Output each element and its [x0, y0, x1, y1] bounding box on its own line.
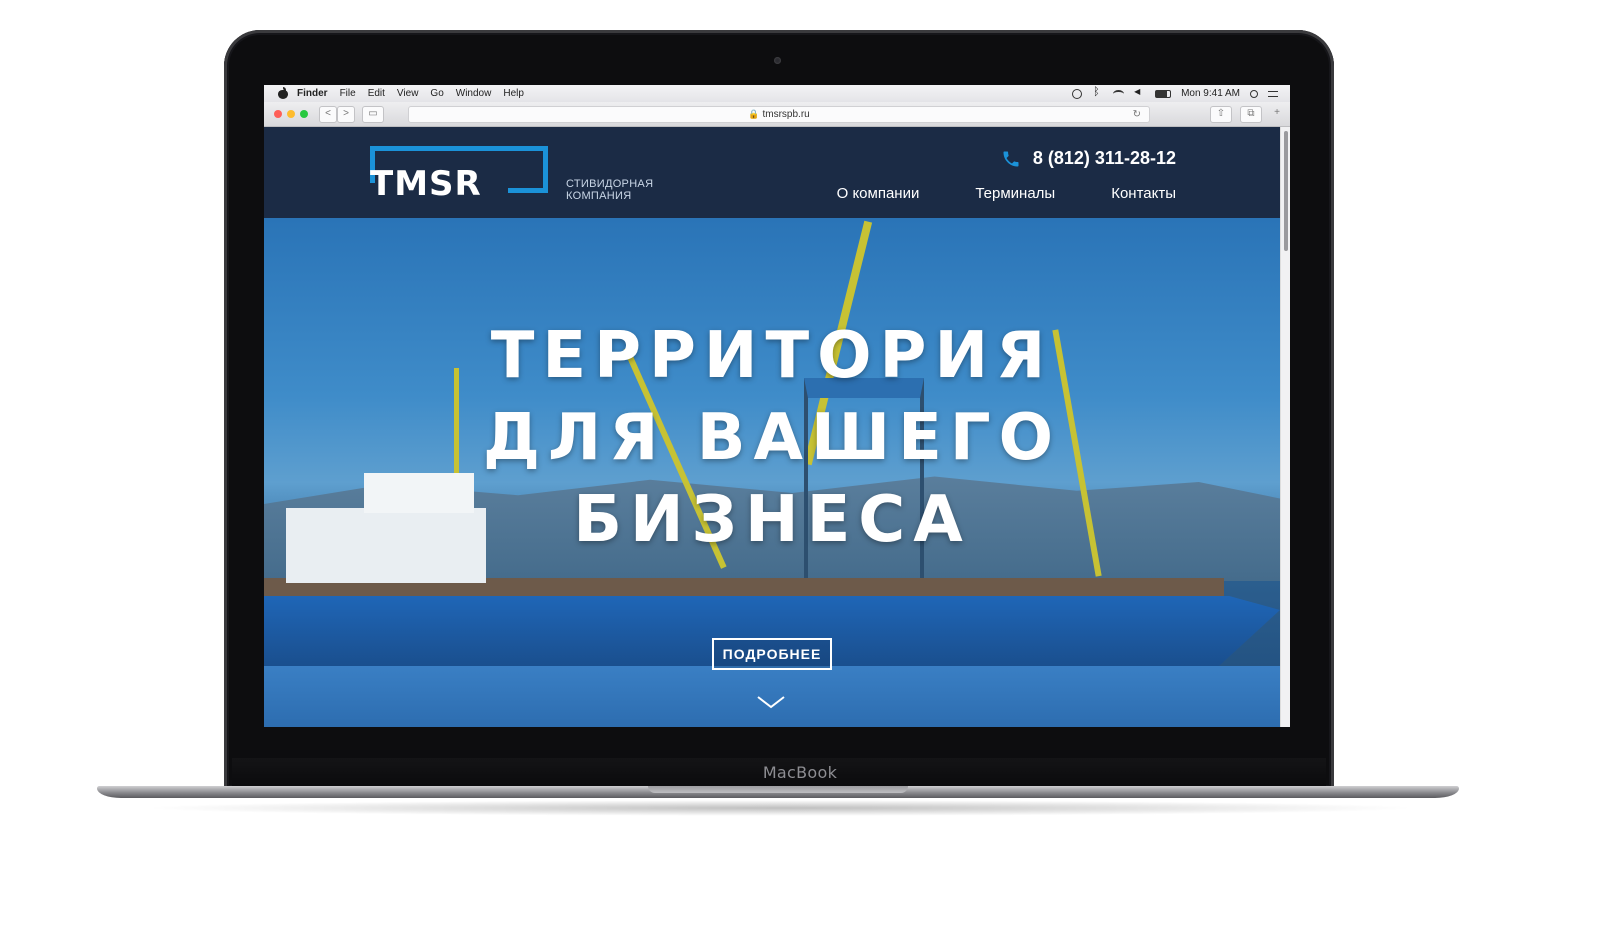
share-icon[interactable]: ⇧ — [1210, 106, 1232, 123]
hero-title-line2: ДЛЯ ВАШЕГО — [483, 401, 1061, 475]
bluetooth-icon[interactable] — [1092, 86, 1103, 98]
phone-number: 8 (812) 311-28-12 — [1032, 148, 1176, 168]
nav-item-terminals[interactable]: Терминалы — [975, 185, 1055, 202]
logo-subtitle-line2: КОМПАНИЯ — [566, 190, 632, 202]
menu-app-name[interactable]: Finder — [297, 88, 328, 99]
scroll-down-chevron-icon[interactable] — [756, 694, 786, 710]
sidebar-toggle-icon[interactable]: ▭ — [362, 106, 384, 123]
phone-icon — [1001, 149, 1021, 169]
os-menubar: Finder File Edit View Go Window Help Mon… — [264, 85, 1290, 102]
tabs-icon[interactable]: ⧉ — [1240, 106, 1262, 123]
menu-file[interactable]: File — [340, 88, 356, 99]
menubar-status-area: Mon 9:41 AM — [1072, 86, 1290, 99]
close-window-button[interactable] — [274, 110, 282, 118]
device-label: MacBook — [762, 763, 838, 782]
menu-go[interactable]: Go — [430, 88, 443, 99]
menu-window[interactable]: Window — [456, 88, 492, 99]
battery-icon[interactable] — [1155, 89, 1172, 98]
more-button[interactable]: ПОДРОБНЕЕ — [712, 638, 832, 670]
screen: Finder File Edit View Go Window Help Mon… — [264, 85, 1290, 727]
address-bar[interactable]: 🔒 tmsrspb.ru ↻ — [408, 106, 1150, 123]
hero-title-line1: ТЕРРИТОРИЯ — [490, 319, 1054, 393]
url-text: tmsrspb.ru — [762, 109, 810, 120]
page-scrollbar[interactable] — [1280, 127, 1290, 727]
wifi-icon[interactable] — [1113, 89, 1125, 98]
camera-icon — [774, 57, 781, 64]
menu-help[interactable]: Help — [503, 88, 524, 99]
lock-icon: 🔒 — [748, 109, 760, 119]
nav-item-contacts[interactable]: Контакты — [1111, 185, 1176, 202]
minimize-window-button[interactable] — [287, 110, 295, 118]
volume-icon[interactable] — [1134, 87, 1145, 98]
forward-button[interactable]: > — [337, 106, 355, 123]
laptop-notch — [648, 786, 908, 793]
laptop-shadow — [140, 800, 1420, 816]
logo[interactable]: TMSR — [370, 167, 482, 201]
spotlight-icon[interactable] — [1250, 89, 1258, 98]
notification-center-icon[interactable] — [1268, 90, 1278, 97]
zoom-window-button[interactable] — [300, 110, 308, 118]
main-nav: О компании Терминалы Контакты — [837, 185, 1176, 202]
reload-icon[interactable]: ↻ — [1133, 107, 1141, 122]
browser-toolbar: < > ▭ 🔒 tmsrspb.ru ↻ ⇧ ⧉ + — [264, 102, 1290, 127]
menubar-clock[interactable]: Mon 9:41 AM — [1181, 88, 1240, 99]
hero-title: ТЕРРИТОРИЯ ДЛЯ ВАШЕГО БИЗНЕСА — [264, 315, 1280, 561]
menu-edit[interactable]: Edit — [368, 88, 385, 99]
apple-icon[interactable] — [278, 87, 288, 99]
menu-view[interactable]: View — [397, 88, 419, 99]
logo-subtitle: СТИВИДОРНАЯ КОМПАНИЯ — [566, 178, 653, 202]
phone-link[interactable]: 8 (812) 311-28-12 — [1001, 148, 1176, 169]
new-tab-icon[interactable]: + — [1270, 106, 1284, 121]
nav-item-about[interactable]: О компании — [837, 185, 920, 202]
back-button[interactable]: < — [319, 106, 337, 123]
logo-subtitle-line1: СТИВИДОРНАЯ — [566, 178, 654, 190]
site-header: TMSR СТИВИДОРНАЯ КОМПАНИЯ 8 (812) 311-28… — [264, 127, 1280, 218]
time-machine-icon[interactable] — [1072, 88, 1083, 99]
website: TMSR СТИВИДОРНАЯ КОМПАНИЯ 8 (812) 311-28… — [264, 127, 1280, 727]
hero-section: ТЕРРИТОРИЯ ДЛЯ ВАШЕГО БИЗНЕСА ПОДРОБНЕЕ — [264, 218, 1280, 727]
scrollbar-thumb[interactable] — [1284, 131, 1288, 251]
hero-title-line3: БИЗНЕСА — [573, 483, 971, 557]
